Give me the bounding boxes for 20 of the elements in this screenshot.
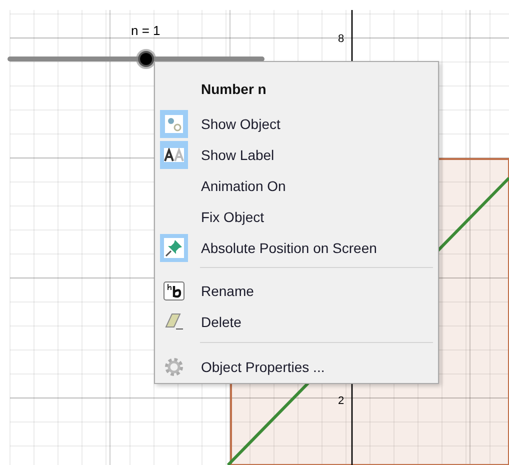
menu-item[interactable]: Absolute Position on Screen (155, 232, 438, 263)
menu-item[interactable]: Rename (155, 275, 438, 306)
axis-label: 8 (338, 33, 344, 45)
menu-item[interactable]: Object Properties ... (155, 351, 438, 382)
menu-item[interactable]: Fix Object (155, 201, 438, 232)
pushpin-icon (164, 238, 184, 258)
eraser-icon (163, 312, 185, 332)
menu-item[interactable]: Delete (155, 306, 438, 337)
menu-title: Number n (200, 80, 268, 99)
slider-track[interactable] (8, 49, 264, 69)
gear-icon (163, 356, 185, 378)
dots-icon (165, 114, 183, 132)
slider-label: n = 1 (131, 23, 160, 38)
menu-item[interactable]: Animation On (155, 170, 438, 201)
menu-item[interactable]: Show Label (155, 139, 438, 170)
menu-item[interactable]: Show Object (155, 108, 438, 139)
rename-icon (163, 280, 185, 300)
axis-label: 2 (338, 395, 344, 407)
slider-thumb[interactable] (136, 49, 156, 69)
letters-icon (164, 148, 184, 162)
